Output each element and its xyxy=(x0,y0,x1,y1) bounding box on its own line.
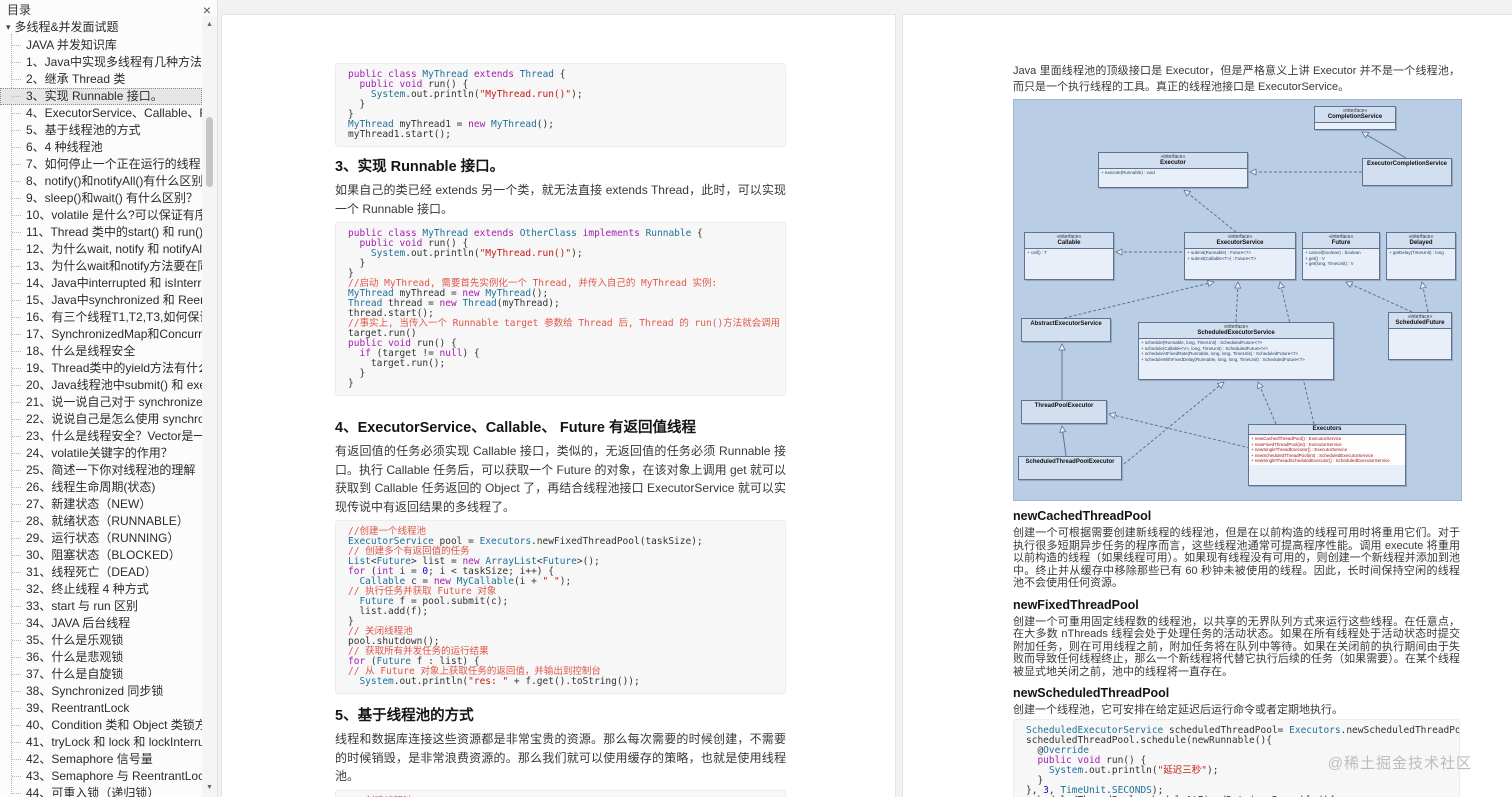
code-block: public class MyThread extends Thread { p… xyxy=(335,63,786,147)
toc-item[interactable]: 43、Semaphore 与 ReentrantLock 区别 xyxy=(0,768,202,785)
toc-item[interactable]: 8、notify()和notifyAll()有什么区别？ xyxy=(0,173,202,190)
toc-item[interactable]: 15、Java中synchronized 和 ReentrantLock 有什么… xyxy=(0,292,202,309)
toc-item[interactable]: 4、ExecutorService、Callable、Future 有返回值线程 xyxy=(0,105,202,122)
paragraph: 创建一个线程池，它可安排在给定延迟后运行命令或者定期地执行。 xyxy=(1013,704,1343,716)
section-heading: newCachedThreadPool xyxy=(1013,509,1152,523)
toc-item[interactable]: 18、什么是线程安全 xyxy=(0,343,202,360)
document-viewer: 目录 × ▾ 多线程&并发面试题 JAVA 并发知识库 1、Java中实现多线程有几… xyxy=(0,0,1512,797)
uml-class-ScheduledExecutorService: «interface» ScheduledExecutorService + sch… xyxy=(1138,322,1334,380)
toc-item[interactable]: 11、Thread 类中的start() 和 run() 方法有什么区别？ xyxy=(0,224,202,241)
toc-item[interactable]: 5、基于线程池的方式 xyxy=(0,122,202,139)
toc-item[interactable]: 32、终止线程 4 种方式 xyxy=(0,581,202,598)
toc-item[interactable]: 33、start 与 run 区别 xyxy=(0,598,202,615)
uml-class-Executor: «interface» Executor + execute(Runnable) :… xyxy=(1098,152,1248,188)
uml-class-diagram: «interface» CompletionService «interface» E… xyxy=(1013,99,1462,501)
toc-item[interactable]: 42、Semaphore 信号量 xyxy=(0,751,202,768)
toc-item[interactable]: 37、什么是自旋锁 xyxy=(0,666,202,683)
uml-class-Delayed: «interface» Delayed + getDelay(TimeUnit) :… xyxy=(1386,232,1456,280)
toc-item-list: JAVA 并发知识库 1、Java中实现多线程有几种方法 2、继承 Thread 类… xyxy=(0,34,202,797)
section-heading: 3、实现 Runnable 接口。 xyxy=(335,159,505,175)
uml-class-ThreadPoolExecutor: ThreadPoolExecutor xyxy=(1021,400,1107,424)
document-page-1: public class MyThread extends Thread { p… xyxy=(221,14,896,797)
toc-item[interactable]: 35、什么是乐观锁 xyxy=(0,632,202,649)
code-block: //创建一个线程池 ExecutorService pool = Executor… xyxy=(335,520,786,694)
toc-item[interactable]: 26、线程生命周期(状态) xyxy=(0,479,202,496)
scroll-up-icon[interactable]: ▲ xyxy=(202,18,217,32)
sidebar-scrollbar[interactable]: ▲ ▼ xyxy=(202,16,217,797)
uml-class-ScheduledThreadPoolExecutor: ScheduledThreadPoolExecutor xyxy=(1018,456,1122,480)
toc-item[interactable]: 9、sleep()和wait() 有什么区别？ xyxy=(0,190,202,207)
toc-item[interactable]: 44、可重入锁（递归锁） xyxy=(0,785,202,797)
toc-item[interactable]: 10、volatile 是什么?可以保证有序性吗？ xyxy=(0,207,202,224)
toc-item[interactable]: 3、实现 Runnable 接口。 xyxy=(0,88,202,105)
toc-item[interactable]: 39、ReentrantLock xyxy=(0,700,202,717)
toc-item[interactable]: 28、就绪状态（RUNNABLE） xyxy=(0,513,202,530)
toc-item[interactable]: 6、4 种线程池 xyxy=(0,139,202,156)
toc-root-item[interactable]: ▾ 多线程&并发面试题 xyxy=(0,17,202,37)
uml-class-Executors: Executors + newCachedThreadPool() : Execu… xyxy=(1248,424,1406,486)
close-icon[interactable]: × xyxy=(203,3,211,17)
section-heading: 5、基于线程池的方式 xyxy=(335,708,474,724)
toc-item[interactable]: 40、Condition 类和 Object 类锁方法区别区别 xyxy=(0,717,202,734)
toc-item[interactable]: 12、为什么wait, notify 和 notifyAll这些方法不在thre… xyxy=(0,241,202,258)
toc-item[interactable]: 30、阻塞状态（BLOCKED） xyxy=(0,547,202,564)
toc-item[interactable]: 2、继承 Thread 类 xyxy=(0,71,202,88)
toc-item[interactable]: 36、什么是悲观锁 xyxy=(0,649,202,666)
toc-item[interactable]: 31、线程死亡（DEAD） xyxy=(0,564,202,581)
paragraph: 线程和数据库连接这些资源都是非常宝贵的资源。那么每次需要的时候创建，不需要的时候… xyxy=(335,732,786,783)
uml-class-ExecutorService: «interface» ExecutorService + submit(Runna… xyxy=(1184,232,1296,280)
toc-root-label: 多线程&并发面试题 xyxy=(14,20,119,34)
uml-class-ScheduledFuture: «interface» ScheduledFuture xyxy=(1388,312,1452,360)
uml-class-ExecutorCompletionService: ExecutorCompletionService xyxy=(1362,158,1452,186)
toc-item[interactable]: 25、简述一下你对线程池的理解 xyxy=(0,462,202,479)
document-page-2: Java 里面线程池的顶级接口是 Executor，但是严格意义上讲 Execu… xyxy=(902,14,1512,797)
scrollbar-thumb[interactable] xyxy=(206,117,213,187)
uml-class-Future: «interface» Future + cancel(boolean) : boo… xyxy=(1302,232,1380,280)
scroll-down-icon[interactable]: ▼ xyxy=(202,781,217,795)
toc-tree: ▾ 多线程&并发面试题 JAVA 并发知识库 1、Java中实现多线程有几种方法 2、… xyxy=(0,17,202,797)
paragraph: 有返回值的任务必须实现 Callable 接口，类似的，无返回值的任务必须 Ru… xyxy=(335,444,786,514)
toc-item[interactable]: 23、什么是线程安全？Vector是一个线程安全类吗？ xyxy=(0,428,202,445)
toc-item[interactable]: 38、Synchronized 同步锁 xyxy=(0,683,202,700)
toc-item[interactable]: 27、新建状态（NEW） xyxy=(0,496,202,513)
toc-item[interactable]: 7、如何停止一个正在运行的线程 xyxy=(0,156,202,173)
toc-item[interactable]: 21、说一说自己对于 synchronized 关键字的了解 xyxy=(0,394,202,411)
uml-class-AbstractExecutorService: AbstractExecutorService xyxy=(1021,318,1111,342)
code-block: // 创建线程池ExecutorService threadPool = Exe… xyxy=(335,789,786,797)
toc-sidebar: 目录 × ▾ 多线程&并发面试题 JAVA 并发知识库 1、Java中实现多线程有几… xyxy=(0,0,218,797)
toc-item[interactable]: JAVA 并发知识库 xyxy=(0,37,202,54)
toc-item[interactable]: 22、说说自己是怎么使用 synchronized 关键字 xyxy=(0,411,202,428)
paragraph: 创建一个可根据需要创建新线程的线程池，但是在以前构造的线程可用时将重用它们。对于… xyxy=(1013,527,1460,589)
toc-item[interactable]: 16、有三个线程T1,T2,T3,如何保证顺序执行？ xyxy=(0,309,202,326)
toc-item[interactable]: 24、volatile关键字的作用？ xyxy=(0,445,202,462)
toc-header: 目录 × xyxy=(0,0,217,18)
section-heading: 4、ExecutorService、Callable、 Future 有返回值线… xyxy=(335,420,696,436)
toc-title: 目录 xyxy=(7,3,32,17)
code-block: public class MyThread extends OtherClass… xyxy=(335,222,786,396)
toc-item[interactable]: 34、JAVA 后台线程 xyxy=(0,615,202,632)
toc-item[interactable]: 19、Thread类中的yield方法有什么作用？ xyxy=(0,360,202,377)
toc-item[interactable]: 1、Java中实现多线程有几种方法 xyxy=(0,54,202,71)
toc-item[interactable]: 13、为什么wait和notify方法要在同步块中调用？ xyxy=(0,258,202,275)
uml-class-Callable: «interface» Callable + call() : T xyxy=(1024,232,1114,280)
section-heading: newScheduledThreadPool xyxy=(1013,686,1170,700)
paragraph: 如果自己的类已经 extends 另一个类，就无法直接 extends Thre… xyxy=(335,183,786,216)
toc-item[interactable]: 20、Java线程池中submit() 和 execute()方法有什么区别？ xyxy=(0,377,202,394)
watermark: @稀土掘金技术社区 xyxy=(1327,755,1472,772)
uml-class-CompletionService: «interface» CompletionService xyxy=(1314,106,1396,130)
caret-down-icon: ▾ xyxy=(6,22,11,32)
toc-item[interactable]: 14、Java中interrupted 和 isInterrupted方法的区别… xyxy=(0,275,202,292)
document-area: public class MyThread extends Thread { p… xyxy=(218,0,1512,797)
toc-item[interactable]: 17、SynchronizedMap和ConcurrentHashMap有什么区… xyxy=(0,326,202,343)
paragraph: 创建一个可重用固定线程数的线程池，以共享的无界队列方式来运行这些线程。在任意点，… xyxy=(1013,615,1460,678)
section-heading: newFixedThreadPool xyxy=(1013,597,1139,612)
toc-item[interactable]: 29、运行状态（RUNNING） xyxy=(0,530,202,547)
paragraph: Java 里面线程池的顶级接口是 Executor，但是严格意义上讲 Execu… xyxy=(1013,65,1460,93)
toc-item[interactable]: 41、tryLock 和 lock 和 lockInterruptibly 的区… xyxy=(0,734,202,751)
